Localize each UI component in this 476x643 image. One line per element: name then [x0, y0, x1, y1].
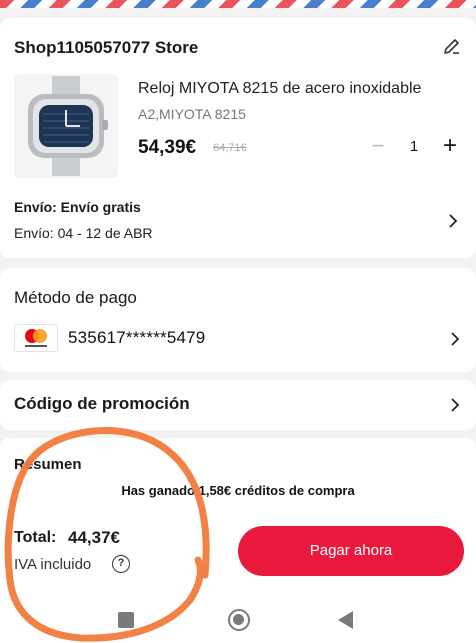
product-image[interactable] — [14, 74, 118, 178]
chevron-right-icon[interactable] — [448, 214, 458, 228]
payment-method-title: Método de pago — [14, 288, 137, 307]
decrease-quantity-button[interactable]: − — [364, 132, 392, 162]
increase-quantity-button[interactable]: + — [436, 132, 464, 162]
pay-now-button[interactable]: Pagar ahora — [238, 526, 464, 576]
product-variant[interactable]: A2,MIYOTA 8215 — [138, 106, 246, 122]
product-old-price: 64,71€ — [213, 142, 247, 154]
shipping-dates: Envío: 04 - 12 de ABR — [14, 225, 153, 241]
total-label: Total: — [14, 529, 57, 546]
shop-name[interactable]: Shop1105057077 Store — [14, 38, 198, 58]
shop-card: Shop1105057077 Store Reloj MIYOTA 8215 d… — [0, 18, 476, 258]
card-number: 535617******5479 — [68, 328, 206, 347]
payment-method-card[interactable]: Método de pago 535617******5479 — [0, 268, 476, 372]
promo-code-card[interactable]: Código de promoción — [0, 380, 476, 430]
android-nav-bar — [0, 598, 476, 643]
promo-code-title: Código de promoción — [14, 394, 190, 413]
nav-back-icon[interactable] — [338, 611, 353, 629]
chevron-right-icon[interactable] — [450, 332, 460, 346]
mastercard-icon — [14, 324, 58, 352]
shipping-method[interactable]: Envío: Envío gratis — [14, 199, 141, 215]
total-value: 44,37€ — [68, 528, 120, 547]
nav-home-icon[interactable] — [228, 609, 250, 631]
chevron-right-icon[interactable] — [450, 398, 460, 412]
edit-icon[interactable] — [442, 36, 462, 56]
airmail-border — [0, 0, 476, 8]
summary-title: Resumen — [14, 456, 82, 473]
vat-included-label: IVA incluido — [14, 556, 92, 573]
help-icon[interactable]: ? — [112, 555, 130, 573]
product-title[interactable]: Reloj MIYOTA 8215 de acero inoxidable — [138, 80, 464, 98]
quantity-stepper: − 1 + — [364, 132, 464, 162]
credits-earned-text: Has ganado 1,58€ créditos de compra — [121, 483, 355, 498]
quantity-value: 1 — [409, 138, 419, 155]
product-price: 54,39€ — [138, 137, 197, 158]
nav-recents-icon[interactable] — [118, 612, 134, 628]
